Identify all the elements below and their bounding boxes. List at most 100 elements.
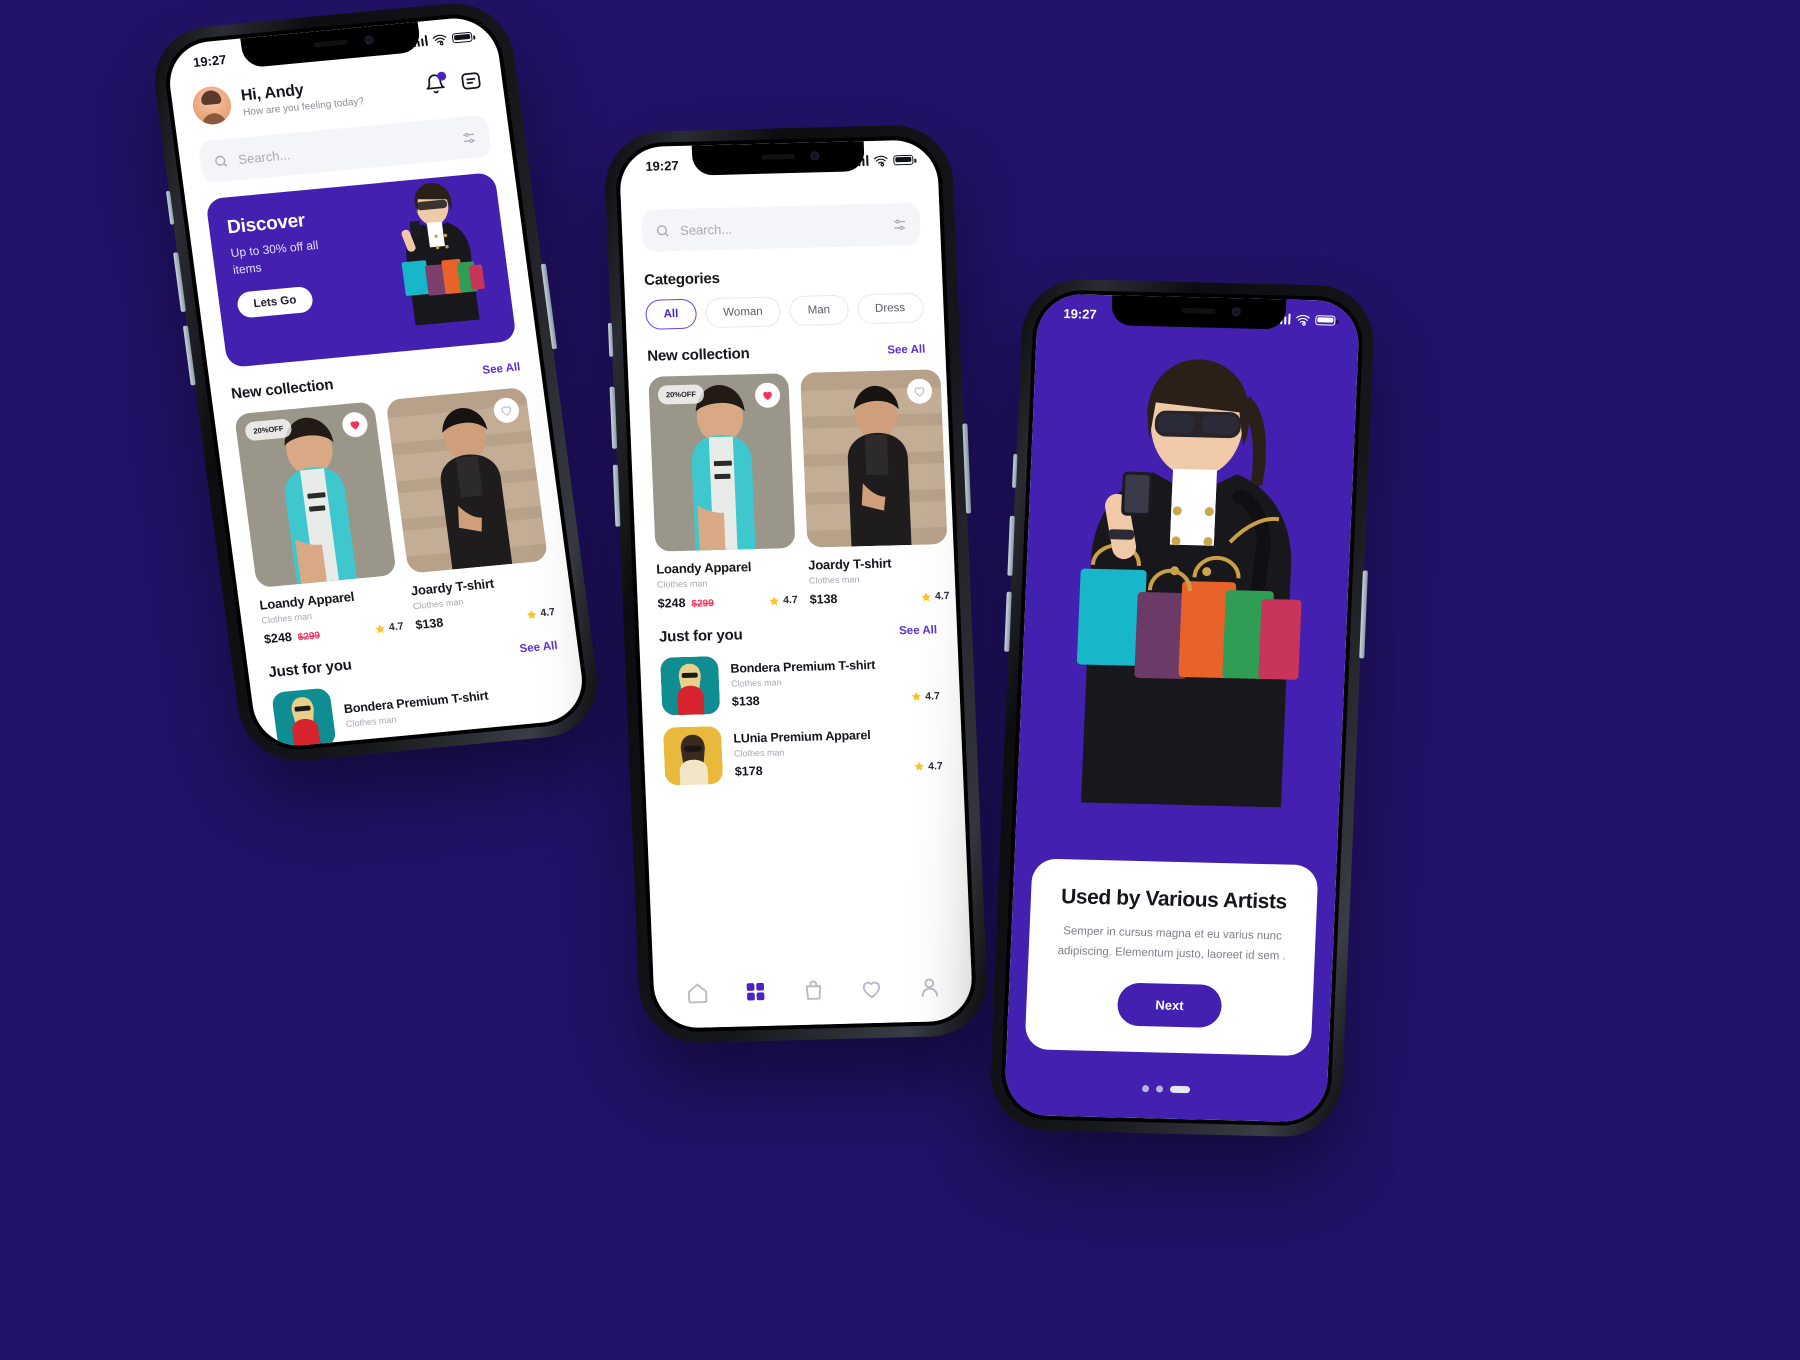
filter-sliders-icon[interactable] — [892, 217, 908, 232]
product-category: Clothes man — [733, 746, 785, 759]
just-for-you-see-all[interactable]: See All — [899, 624, 937, 637]
avatar[interactable] — [190, 84, 234, 127]
nav-home[interactable] — [685, 981, 709, 1005]
new-collection-see-all[interactable]: See All — [887, 343, 925, 356]
home-icon — [687, 983, 707, 1003]
next-button[interactable]: Next — [1116, 982, 1223, 1028]
product-photo-man-leather — [385, 386, 549, 574]
mockup-stage: 19:27 Hi, Andy How are you feeling today… — [0, 0, 1800, 1360]
new-collection-list: 20%OFF Loandy Apparel Clothes man $248 $… — [648, 369, 950, 611]
mute-switch[interactable] — [1012, 453, 1018, 488]
heart-icon — [914, 387, 925, 397]
power-button[interactable] — [540, 263, 558, 350]
mute-switch[interactable] — [165, 190, 175, 225]
product-image: 20%OFF — [648, 373, 796, 552]
product-rating: 4.7 — [914, 760, 943, 773]
category-chips: All Woman Man Dress — [644, 292, 924, 330]
product-price: $248 — [657, 595, 686, 611]
filter-sliders-icon[interactable] — [460, 129, 477, 145]
product-category: Clothes man — [730, 676, 782, 689]
product-category: Clothes man — [808, 574, 860, 586]
list-item[interactable]: Bondera Premium T-shirt Clothes man — [271, 666, 568, 750]
chip-man[interactable]: Man — [789, 294, 849, 327]
person-icon — [921, 977, 938, 997]
power-button[interactable] — [1359, 570, 1368, 659]
page-dot[interactable] — [1155, 1085, 1164, 1093]
product-price: $138 — [731, 693, 760, 709]
notch — [691, 141, 865, 176]
product-card[interactable]: Joardy T-shirt Clothes man $138 4.7 — [800, 369, 950, 607]
discover-banner[interactable]: Discover Up to 30% off all items Lets Go — [205, 172, 517, 368]
search-input[interactable]: Search... — [641, 202, 921, 252]
status-time: 19:27 — [1063, 306, 1097, 322]
phone-screen-home: 19:27 Hi, Andy How are you feeling today… — [164, 14, 588, 750]
product-image: 20%OFF — [234, 401, 397, 588]
nav-profile[interactable] — [917, 975, 941, 999]
nav-wishlist[interactable] — [859, 976, 883, 1000]
product-price: $178 — [734, 763, 763, 779]
product-thumbnail — [271, 687, 337, 750]
product-card[interactable]: Joardy T-shirt Clothes man $138 4.7 — [385, 386, 556, 633]
product-rating: 4.7 — [911, 690, 940, 703]
product-name: Loandy Apparel — [655, 559, 752, 577]
heart-icon — [763, 391, 772, 401]
categories-title: Categories — [643, 269, 721, 289]
product-name: LUnia Premium Apparel — [733, 727, 871, 746]
phone-mockup-home: 19:27 Hi, Andy How are you feeling today… — [147, 0, 605, 766]
front-camera — [363, 35, 375, 45]
mute-switch[interactable] — [607, 322, 614, 357]
volume-down-button[interactable] — [1004, 591, 1012, 652]
volume-up-button[interactable] — [1007, 515, 1015, 576]
nav-bag[interactable] — [801, 978, 825, 1002]
volume-down-button[interactable] — [612, 464, 621, 527]
shopper-illustration — [401, 182, 485, 326]
product-image — [385, 386, 549, 574]
catalog-screen-content: Search... Categories All Woman Man Dress… — [620, 166, 964, 786]
onboarding-screen-content: 19:27 Used by Various Artists Semper in … — [1003, 293, 1361, 1123]
front-camera — [1231, 307, 1241, 317]
volume-down-button[interactable] — [182, 325, 196, 386]
volume-up-button[interactable] — [609, 386, 618, 449]
product-price: $138 — [414, 615, 445, 633]
product-category: Clothes man — [656, 578, 708, 590]
onboarding-title: Used by Various Artists — [1060, 884, 1288, 914]
wifi-icon — [873, 155, 888, 167]
list-item[interactable]: LUnia Premium Apparel Clothes man $178 4… — [662, 720, 943, 786]
new-collection-see-all[interactable]: See All — [482, 361, 521, 376]
product-rating: 4.7 — [921, 590, 950, 603]
page-dot[interactable] — [1141, 1085, 1150, 1093]
product-price: $248 — [263, 629, 293, 647]
home-screen-content: Hi, Andy How are you feeling today? Sear… — [168, 41, 587, 750]
page-dot-active[interactable] — [1169, 1085, 1191, 1094]
battery-icon — [1315, 314, 1336, 326]
heart-icon — [350, 421, 360, 430]
product-rating: 4.7 — [374, 620, 404, 635]
product-rating: 4.7 — [769, 594, 798, 607]
chip-woman[interactable]: Woman — [704, 296, 782, 329]
star-icon — [769, 595, 780, 605]
message-icon[interactable] — [459, 69, 484, 93]
lets-go-button[interactable]: Lets Go — [235, 285, 314, 319]
product-card[interactable]: 20%OFF Loandy Apparel Clothes man $248 $… — [234, 401, 404, 646]
product-old-price: $299 — [691, 598, 715, 610]
heart-icon — [862, 981, 880, 998]
search-placeholder: Search... — [237, 146, 292, 167]
just-for-you-header: Just for you See All — [658, 621, 938, 646]
notification-bell-icon[interactable] — [423, 71, 448, 96]
wifi-icon — [1296, 314, 1310, 326]
search-input[interactable]: Search... — [197, 114, 493, 184]
phone-bezel: 19:27 Hi, Andy How are you feeling today… — [160, 10, 592, 754]
just-for-you-title: Just for you — [658, 626, 743, 646]
volume-up-button[interactable] — [173, 252, 187, 313]
chip-all[interactable]: All — [644, 298, 697, 330]
nav-categories[interactable] — [743, 979, 767, 1003]
battery-icon — [893, 154, 914, 165]
product-card[interactable]: 20%OFF Loandy Apparel Clothes man $248 $… — [648, 373, 798, 611]
new-collection-title: New collection — [230, 376, 335, 403]
phone-bezel: 19:27 Search... Categories All Woman Man… — [614, 135, 978, 1033]
just-for-you-see-all[interactable]: See All — [519, 639, 558, 654]
new-collection-title: New collection — [646, 345, 750, 365]
chip-dress[interactable]: Dress — [856, 292, 924, 325]
power-button[interactable] — [962, 423, 972, 514]
list-item[interactable]: Bondera Premium T-shirt Clothes man $138… — [659, 650, 940, 716]
